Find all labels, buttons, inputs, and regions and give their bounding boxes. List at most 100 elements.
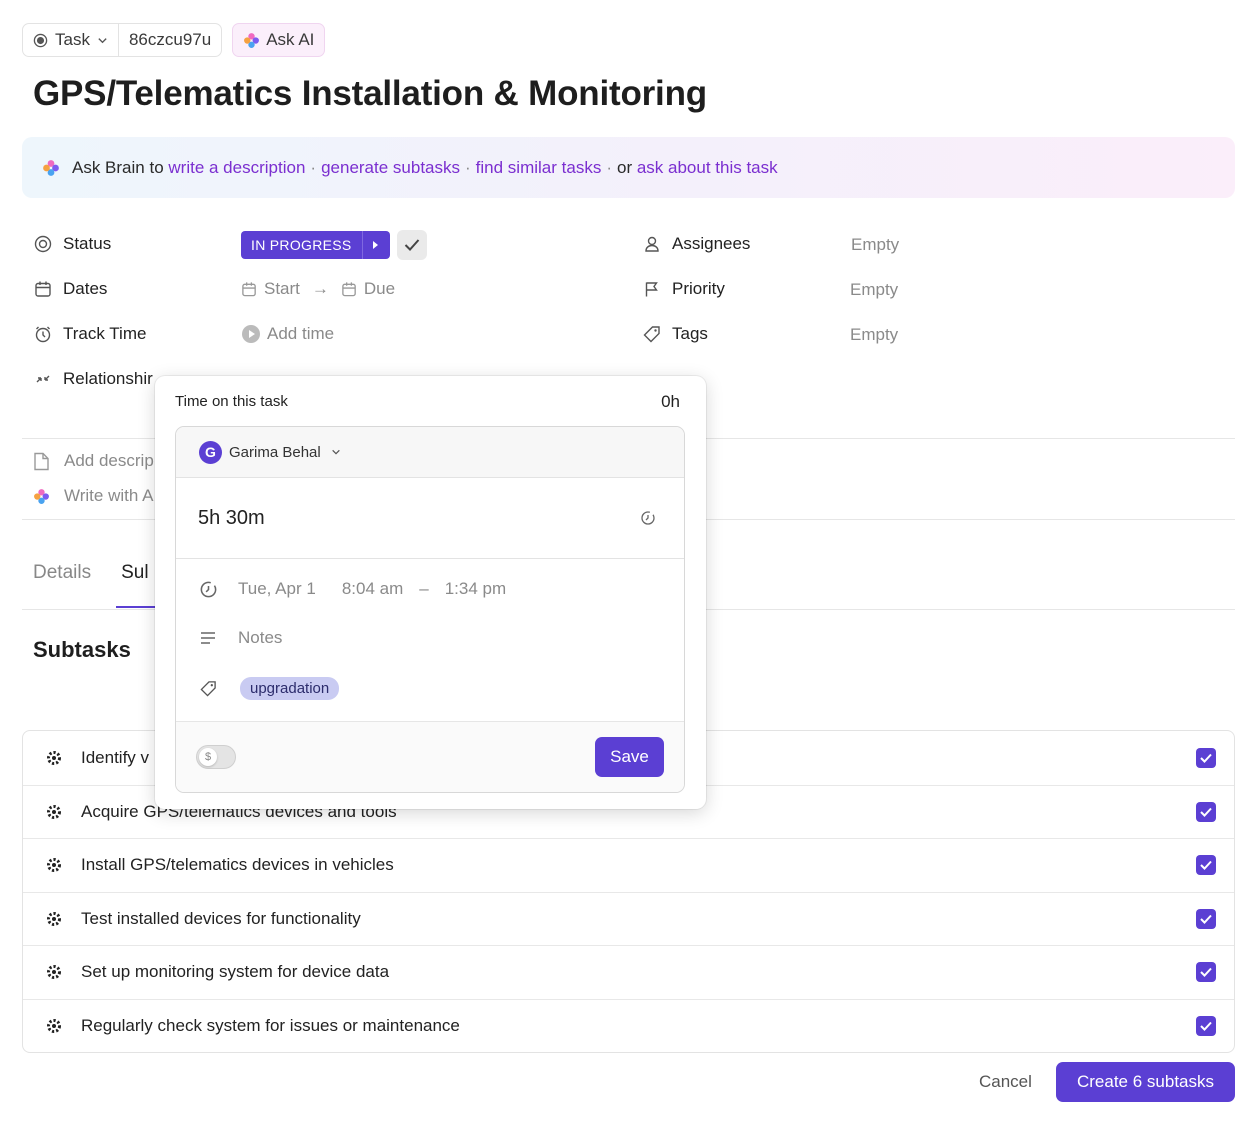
list-item[interactable]: Test installed devices for functionality [23, 891, 1234, 946]
task-status-dot-icon [33, 33, 48, 47]
write-description-link[interactable]: write a description [168, 158, 305, 178]
subtask-checkbox[interactable] [1196, 962, 1216, 983]
ask-ai-button[interactable]: Ask AI [232, 23, 326, 57]
ai-sparkle-icon [244, 32, 260, 48]
play-circle-icon [242, 325, 260, 343]
status-property: Status [33, 234, 111, 254]
flag-icon [642, 279, 662, 299]
write-with-ai-label: Write with A [64, 486, 154, 505]
lines-icon [198, 631, 218, 645]
list-item[interactable]: Regularly check system for issues or mai… [23, 998, 1234, 1053]
list-item[interactable]: Set up monitoring system for device data [23, 945, 1234, 999]
check-icon [1200, 914, 1212, 924]
entry-end-time[interactable]: 1:34 pm [445, 579, 506, 599]
list-item[interactable]: Install GPS/telematics devices in vehicl… [23, 838, 1234, 892]
assignees-property: Assignees [642, 234, 750, 254]
relationships-label: Relationshir [63, 369, 153, 388]
entry-start-time[interactable]: 8:04 am [342, 579, 403, 599]
gear-icon [45, 1017, 63, 1035]
start-date[interactable]: Start [264, 279, 300, 299]
subtask-checkbox[interactable] [1196, 1015, 1216, 1036]
create-subtasks-button[interactable]: Create 6 subtasks [1056, 1062, 1235, 1102]
dates-value[interactable]: Start → Due [241, 279, 395, 299]
separator: · [465, 157, 471, 177]
task-title[interactable]: GPS/Telematics Installation & Monitoring [33, 74, 707, 114]
billable-toggle[interactable]: $ [196, 745, 236, 769]
avatar: G [199, 440, 222, 464]
next-status-icon[interactable] [361, 231, 390, 259]
time-range-row[interactable]: Tue, Apr 1 8:04 am – 1:34 pm [198, 579, 506, 599]
document-icon [34, 452, 49, 470]
assignees-value[interactable]: Empty [851, 235, 899, 255]
relationships-property: Relationshir [33, 369, 153, 389]
status-value[interactable]: IN PROGRESS [241, 231, 362, 259]
status-label: Status [63, 234, 112, 253]
subtask-name[interactable]: Set up monitoring system for device data [81, 962, 389, 982]
priority-property: Priority [642, 279, 725, 299]
notes-input[interactable]: Notes [238, 628, 282, 648]
duration-value[interactable]: 5h 30m [198, 507, 265, 530]
save-button[interactable]: Save [595, 737, 664, 777]
add-time-button[interactable]: Add time [241, 324, 334, 344]
generate-subtasks-link[interactable]: generate subtasks [321, 158, 460, 178]
chevron-down-icon [331, 449, 340, 455]
subtask-name[interactable]: Install GPS/telematics devices in vehicl… [81, 855, 394, 875]
task-header-bar: Task 86czcu97u Ask AI [22, 23, 326, 57]
find-similar-link[interactable]: find similar tasks [476, 158, 602, 178]
check-icon [1200, 807, 1212, 817]
tags-label: Tags [672, 324, 708, 343]
tag-icon [642, 324, 662, 344]
status-button[interactable]: IN PROGRESS [241, 231, 390, 259]
tag-pill[interactable]: upgradation [240, 677, 340, 700]
subtask-checkbox[interactable] [1196, 908, 1216, 929]
chevron-down-icon [98, 37, 107, 43]
task-id-button[interactable]: 86czcu97u [117, 24, 221, 56]
subtask-checkbox[interactable] [1196, 855, 1216, 876]
gear-icon [45, 856, 63, 874]
ask-about-task-link[interactable]: ask about this task [637, 158, 778, 178]
tags-value[interactable]: Empty [850, 325, 898, 345]
brain-sparkle-icon [43, 159, 59, 176]
dollar-icon: $ [199, 748, 217, 766]
priority-label: Priority [672, 279, 725, 298]
duration-input[interactable]: 5h 30m [176, 478, 684, 559]
time-entry-card: G Garima Behal 5h 30m Tue, Apr 1 8:04 am… [175, 426, 685, 793]
add-description-row[interactable]: Add descrip [33, 451, 154, 471]
task-type-button[interactable]: Task [23, 24, 118, 56]
complete-check-button[interactable] [397, 230, 427, 260]
entry-date[interactable]: Tue, Apr 1 [238, 579, 316, 599]
assignees-label: Assignees [672, 234, 751, 253]
ask-brain-bar: Ask Brain to write a description · gener… [22, 137, 1235, 198]
subtask-name[interactable]: Identify v [81, 748, 149, 768]
write-with-ai-row[interactable]: Write with A [33, 486, 153, 506]
subtask-name[interactable]: Test installed devices for functionality [81, 909, 361, 929]
gear-icon [45, 963, 63, 981]
calendar-plus-icon [342, 281, 356, 296]
tab-subtasks[interactable]: Sul [121, 562, 148, 584]
check-icon [1200, 1021, 1212, 1031]
tag-icon [198, 680, 218, 697]
task-type-label: Task [55, 30, 90, 49]
notes-row[interactable]: Notes [198, 628, 282, 648]
subtask-checkbox[interactable] [1196, 747, 1216, 768]
separator: · [606, 157, 612, 177]
subtask-name[interactable]: Regularly check system for issues or mai… [81, 1016, 460, 1036]
subtask-checkbox[interactable] [1196, 801, 1216, 822]
clock-history-icon[interactable] [640, 509, 656, 532]
separator: · [310, 157, 317, 177]
gear-icon [45, 749, 63, 767]
check-icon [1200, 753, 1212, 763]
task-type-group: Task 86czcu97u [22, 23, 223, 57]
popover-footer: $ Save [176, 721, 684, 792]
priority-value[interactable]: Empty [850, 280, 898, 300]
add-time-label: Add time [267, 324, 335, 343]
task-tabs: Details Sul [33, 562, 149, 584]
track-time-label: Track Time [63, 324, 147, 343]
due-date[interactable]: Due [364, 279, 395, 299]
user-selector[interactable]: G Garima Behal [176, 427, 684, 478]
check-icon [1200, 968, 1212, 978]
tab-details[interactable]: Details [33, 562, 91, 584]
cancel-button[interactable]: Cancel [979, 1072, 1032, 1092]
tag-row[interactable]: upgradation [198, 677, 340, 700]
relationship-arrows-icon [33, 369, 53, 389]
